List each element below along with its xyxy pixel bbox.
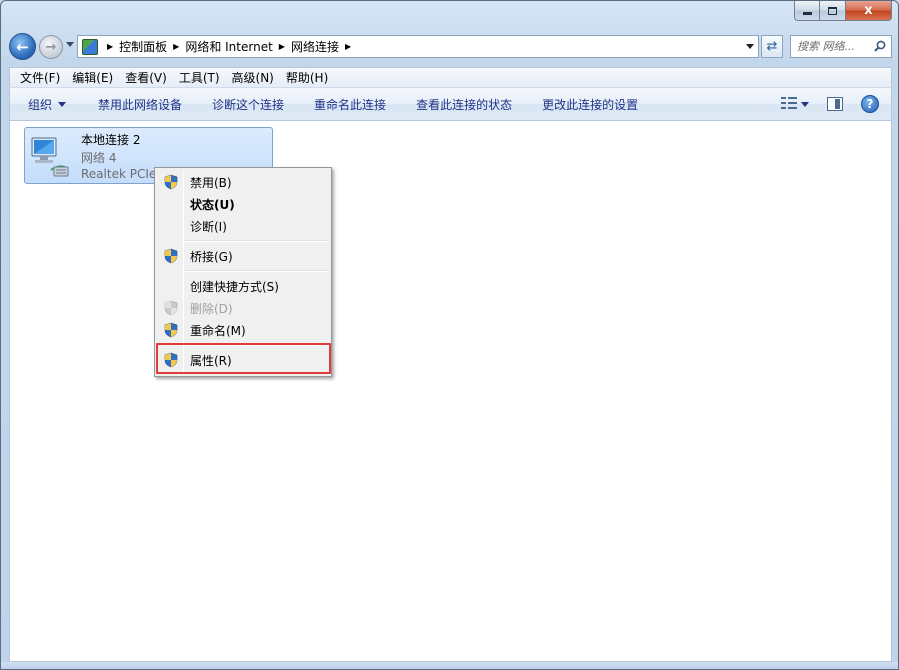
menu-label: 重命名(M) (190, 323, 246, 338)
menu-view[interactable]: 查看(V) (119, 69, 173, 86)
menu-label: 桥接(G) (190, 249, 233, 264)
forward-button[interactable]: → (39, 35, 63, 59)
preview-pane-icon[interactable] (827, 97, 843, 111)
breadcrumb-network-connections[interactable]: 网络连接 (291, 38, 339, 55)
menu-tools[interactable]: 工具(T) (173, 69, 226, 86)
breadcrumb-control-panel[interactable]: 控制面板 (119, 38, 167, 55)
menu-label: 诊断(I) (190, 219, 227, 234)
connection-network: 网络 4 (81, 151, 117, 165)
minimize-icon (802, 12, 812, 15)
maximize-button[interactable] (820, 1, 846, 21)
uac-shield-icon (164, 174, 178, 190)
disable-device-button[interactable]: 禁用此网络设备 (76, 96, 192, 113)
rename-connection-button[interactable]: 重命名此连接 (294, 96, 396, 113)
search-icon[interactable] (874, 40, 886, 52)
menu-separator (185, 240, 329, 242)
menu-separator (185, 270, 329, 272)
maximize-icon (828, 6, 837, 15)
menu-item-delete: 删除(D) (157, 297, 329, 319)
back-arrow-icon: ← (16, 37, 29, 56)
window-bottom-frame (1, 662, 898, 669)
back-button[interactable]: ← (9, 33, 36, 60)
organize-label: 组织 (28, 97, 53, 112)
menu-item-disable[interactable]: 禁用(B) (157, 171, 329, 193)
menu-label: 禁用(B) (190, 175, 232, 190)
search-box[interactable] (790, 35, 892, 58)
breadcrumb-network-internet[interactable]: 网络和 Internet (185, 38, 272, 55)
uac-shield-icon (164, 300, 178, 316)
command-bar: 组织 禁用此网络设备 诊断这个连接 重命名此连接 查看此连接的状态 更改此连接的… (9, 87, 892, 121)
change-view-icon[interactable] (781, 97, 797, 111)
change-settings-button[interactable]: 更改此连接的设置 (522, 96, 648, 113)
breadcrumb-chevron-icon[interactable]: ▶ (173, 42, 179, 51)
search-input[interactable] (797, 40, 867, 53)
uac-shield-icon (164, 322, 178, 338)
menu-edit[interactable]: 编辑(E) (66, 69, 119, 86)
menu-label: 删除(D) (190, 301, 233, 316)
menu-file[interactable]: 文件(F) (14, 69, 66, 86)
connection-name: 本地连接 2 (81, 133, 141, 147)
refresh-button[interactable]: ⇄ (761, 35, 783, 58)
connections-view[interactable]: 本地连接 2 网络 4 Realtek PCIe (9, 121, 892, 662)
explorer-window: x ← → ▶ 控制面板 ▶ 网络和 Internet ▶ 网络连接 ▶ ⇄ 文… (0, 0, 899, 670)
help-icon[interactable]: ? (861, 95, 879, 113)
address-dropdown-button[interactable] (742, 36, 758, 57)
menu-item-diagnose[interactable]: 诊断(I) (157, 215, 329, 237)
context-menu: 禁用(B) 状态(U) 诊断(I) 桥接(G) 创建快捷方式(S) 删除(D) … (154, 167, 332, 377)
menu-separator (185, 344, 329, 346)
menu-label: 状态(U) (190, 197, 235, 212)
network-adapter-icon (31, 137, 69, 177)
breadcrumb-chevron-icon[interactable]: ▶ (279, 42, 285, 51)
minimize-button[interactable] (794, 1, 820, 21)
command-bar-right: ? (781, 88, 891, 120)
forward-arrow-icon: → (45, 39, 57, 55)
chevron-down-icon (58, 101, 67, 107)
menu-bar: 文件(F) 编辑(E) 查看(V) 工具(T) 高级(N) 帮助(H) (9, 67, 892, 87)
view-options-chevron-icon[interactable] (801, 101, 809, 107)
breadcrumb-chevron-icon[interactable]: ▶ (345, 42, 351, 51)
uac-shield-icon (164, 352, 178, 368)
breadcrumb-chevron-icon[interactable]: ▶ (107, 42, 113, 51)
menu-label: 创建快捷方式(S) (190, 279, 279, 294)
menu-advanced[interactable]: 高级(N) (226, 69, 280, 86)
diagnose-connection-button[interactable]: 诊断这个连接 (192, 96, 294, 113)
recent-pages-dropdown[interactable] (66, 42, 74, 47)
control-panel-icon (82, 38, 98, 55)
menu-item-status[interactable]: 状态(U) (157, 193, 329, 215)
connection-adapter: Realtek PCIe (81, 167, 157, 181)
navigation-row: ← → ▶ 控制面板 ▶ 网络和 Internet ▶ 网络连接 ▶ ⇄ (9, 33, 892, 61)
menu-label: 属性(R) (190, 353, 232, 368)
menu-item-rename[interactable]: 重命名(M) (157, 319, 329, 341)
menu-item-properties[interactable]: 属性(R) (157, 349, 329, 371)
menu-item-bridge[interactable]: 桥接(G) (157, 245, 329, 267)
address-bar[interactable]: ▶ 控制面板 ▶ 网络和 Internet ▶ 网络连接 ▶ (77, 35, 759, 58)
organize-button[interactable]: 组织 (18, 96, 76, 113)
menu-help[interactable]: 帮助(H) (280, 69, 334, 86)
caption-buttons: x (794, 1, 892, 21)
close-icon: x (864, 3, 873, 18)
view-status-button[interactable]: 查看此连接的状态 (396, 96, 522, 113)
refresh-icon: ⇄ (766, 39, 778, 54)
uac-shield-icon (164, 248, 178, 264)
menu-item-create-shortcut[interactable]: 创建快捷方式(S) (157, 275, 329, 297)
close-button[interactable]: x (846, 1, 892, 21)
